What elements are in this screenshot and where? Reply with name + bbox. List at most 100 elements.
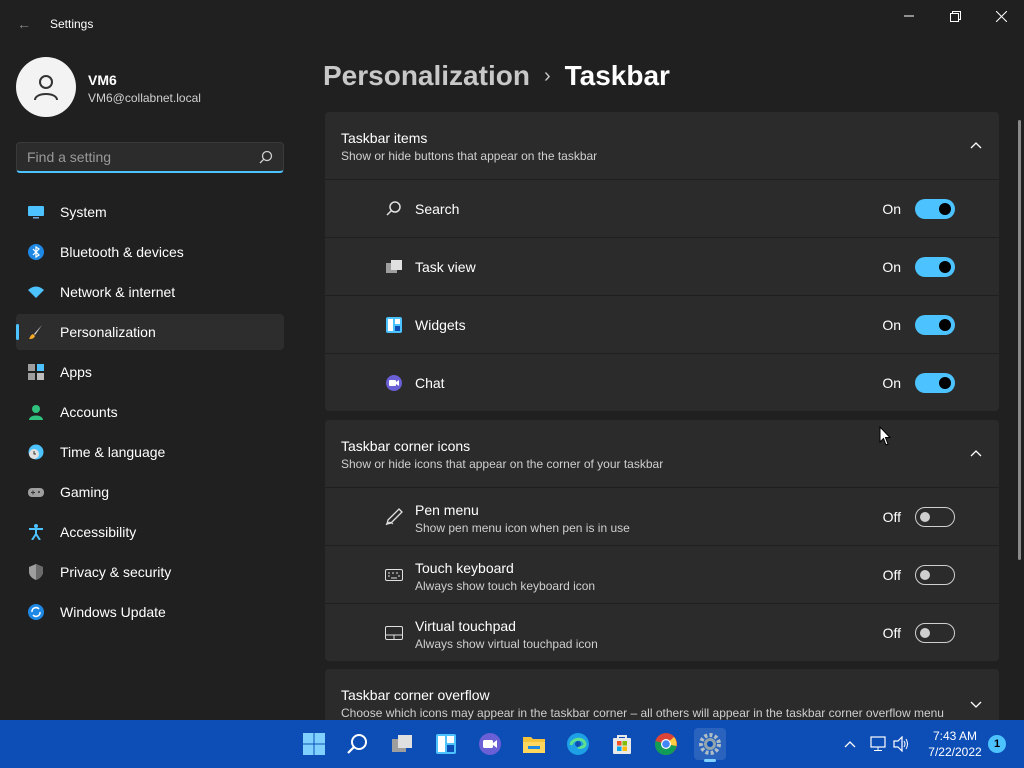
update-icon bbox=[28, 604, 44, 620]
virtual-touchpad-toggle[interactable] bbox=[915, 623, 955, 643]
chat-toggle[interactable] bbox=[915, 373, 955, 393]
sidebar-item-apps[interactable]: Apps bbox=[16, 354, 284, 390]
sidebar-item-system[interactable]: System bbox=[16, 194, 284, 230]
person-icon bbox=[34, 75, 58, 101]
volume-tray-button[interactable] bbox=[892, 734, 912, 754]
sidebar-item-accessibility[interactable]: Accessibility bbox=[16, 514, 284, 550]
sidebar-item-privacy[interactable]: Privacy & security bbox=[16, 554, 284, 590]
sidebar-item-windows-update[interactable]: Windows Update bbox=[16, 594, 284, 630]
sidebar-item-label: Apps bbox=[60, 364, 92, 380]
chrome-button[interactable] bbox=[650, 728, 682, 760]
widgets-icon bbox=[436, 734, 456, 754]
breadcrumb-separator: › bbox=[543, 64, 551, 87]
sidebar-item-network[interactable]: Network & internet bbox=[16, 274, 284, 310]
setting-label: Pen menu bbox=[415, 502, 479, 518]
minimize-button[interactable] bbox=[886, 0, 932, 32]
search-icon bbox=[347, 734, 367, 754]
network-icon bbox=[870, 736, 886, 751]
file-explorer-icon bbox=[523, 737, 545, 753]
corner-icons-card: Taskbar corner icons Show or hide icons … bbox=[325, 420, 999, 661]
back-arrow-icon[interactable]: ← bbox=[12, 12, 36, 36]
sidebar-item-accounts[interactable]: Accounts bbox=[16, 394, 284, 430]
taskbar-items-header[interactable]: Taskbar items Show or hide buttons that … bbox=[325, 112, 999, 179]
chat-icon bbox=[386, 375, 402, 391]
store-icon bbox=[613, 735, 631, 754]
toggle-state-text: Off bbox=[882, 625, 901, 641]
section-title: Taskbar corner icons bbox=[341, 438, 471, 454]
title-bar: ← Settings bbox=[0, 0, 1024, 48]
sidebar-item-personalization[interactable]: Personalization bbox=[16, 314, 284, 350]
section-title: Taskbar corner overflow bbox=[341, 687, 490, 703]
task-view-icon bbox=[386, 260, 402, 273]
avatar[interactable] bbox=[16, 57, 76, 117]
chat-button[interactable] bbox=[474, 728, 506, 760]
sidebar-item-gaming[interactable]: Gaming bbox=[16, 474, 284, 510]
sidebar-item-label: Network & internet bbox=[60, 284, 176, 300]
show-hidden-icons-button[interactable] bbox=[840, 734, 860, 754]
search-toggle[interactable] bbox=[915, 199, 955, 219]
maximize-button[interactable] bbox=[932, 0, 978, 32]
chevron-up-icon bbox=[844, 741, 856, 748]
setting-description: Always show virtual touchpad icon bbox=[415, 637, 598, 651]
touchpad-icon bbox=[385, 626, 403, 640]
sidebar-item-bluetooth[interactable]: Bluetooth & devices bbox=[16, 234, 284, 270]
widgets-icon bbox=[386, 317, 402, 333]
scrollbar[interactable] bbox=[1018, 120, 1021, 560]
profile-name: VM6 bbox=[88, 72, 117, 88]
task-view-icon bbox=[392, 735, 412, 752]
settings-icon bbox=[699, 733, 721, 755]
shield-icon bbox=[29, 564, 43, 580]
search-input[interactable] bbox=[17, 143, 253, 171]
wifi-icon bbox=[28, 286, 44, 298]
corner-icons-header[interactable]: Taskbar corner icons Show or hide icons … bbox=[325, 420, 999, 487]
close-button[interactable] bbox=[978, 0, 1024, 32]
notification-badge[interactable]: 1 bbox=[988, 735, 1006, 753]
page-title: Taskbar bbox=[564, 60, 670, 91]
section-subtitle: Show or hide icons that appear on the co… bbox=[341, 457, 664, 471]
clock-time: 7:43 AM bbox=[932, 729, 978, 743]
brush-icon bbox=[29, 325, 42, 339]
store-button[interactable] bbox=[606, 728, 638, 760]
close-icon bbox=[995, 10, 1007, 22]
taskbar-search-button[interactable] bbox=[342, 728, 374, 760]
widgets-button[interactable] bbox=[430, 728, 462, 760]
task-view-toggle[interactable] bbox=[915, 257, 955, 277]
edge-button[interactable] bbox=[562, 728, 594, 760]
widgets-toggle[interactable] bbox=[915, 315, 955, 335]
chevron-up-icon[interactable] bbox=[969, 447, 983, 461]
chrome-icon bbox=[654, 733, 677, 756]
breadcrumb-parent[interactable]: Personalization bbox=[323, 60, 530, 92]
taskbar: 7:43 AM 7/22/2022 1 bbox=[0, 720, 1024, 768]
search-box[interactable] bbox=[16, 142, 284, 173]
search-icon[interactable] bbox=[259, 150, 273, 164]
profile-email: VM6@collabnet.local bbox=[88, 91, 201, 105]
sidebar-item-label: Time & language bbox=[60, 444, 166, 460]
sidebar-item-label: System bbox=[60, 204, 107, 220]
chevron-down-icon[interactable] bbox=[969, 697, 983, 711]
task-view-button[interactable] bbox=[386, 728, 418, 760]
accessibility-icon bbox=[29, 524, 43, 540]
corner-overflow-card[interactable]: Taskbar corner overflow Choose which ico… bbox=[325, 669, 999, 720]
volume-icon bbox=[893, 736, 908, 752]
clock[interactable]: 7:43 AM 7/22/2022 bbox=[920, 728, 990, 760]
network-tray-button[interactable] bbox=[868, 734, 888, 754]
keyboard-icon bbox=[385, 569, 403, 581]
pen-icon bbox=[385, 508, 403, 526]
touch-keyboard-toggle[interactable] bbox=[915, 565, 955, 585]
setting-row-pen-menu: Pen menu Show pen menu icon when pen is … bbox=[325, 487, 999, 545]
sidebar-item-label: Gaming bbox=[60, 484, 110, 500]
taskbar-items-card: Taskbar items Show or hide buttons that … bbox=[325, 112, 999, 411]
section-subtitle: Choose which icons may appear in the tas… bbox=[341, 706, 944, 720]
setting-label: Task view bbox=[415, 259, 476, 275]
sidebar-item-time-language[interactable]: Time & language bbox=[16, 434, 284, 470]
sidebar-item-label: Privacy & security bbox=[60, 564, 172, 580]
settings-button[interactable] bbox=[694, 728, 726, 762]
person-icon bbox=[29, 405, 43, 420]
sidebar-item-label: Accounts bbox=[60, 404, 118, 420]
file-explorer-button[interactable] bbox=[518, 728, 550, 760]
toggle-state-text: On bbox=[882, 201, 901, 217]
chevron-up-icon[interactable] bbox=[969, 139, 983, 153]
pen-menu-toggle[interactable] bbox=[915, 507, 955, 527]
start-button[interactable] bbox=[298, 728, 330, 760]
setting-row-touch-keyboard: Touch keyboard Always show touch keyboar… bbox=[325, 545, 999, 603]
